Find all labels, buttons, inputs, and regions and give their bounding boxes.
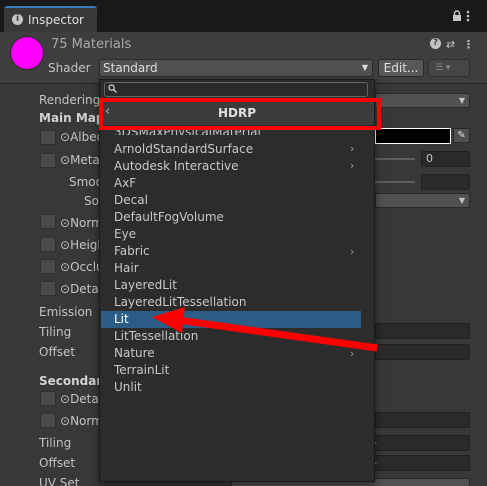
annotation-arrow: [152, 307, 378, 352]
